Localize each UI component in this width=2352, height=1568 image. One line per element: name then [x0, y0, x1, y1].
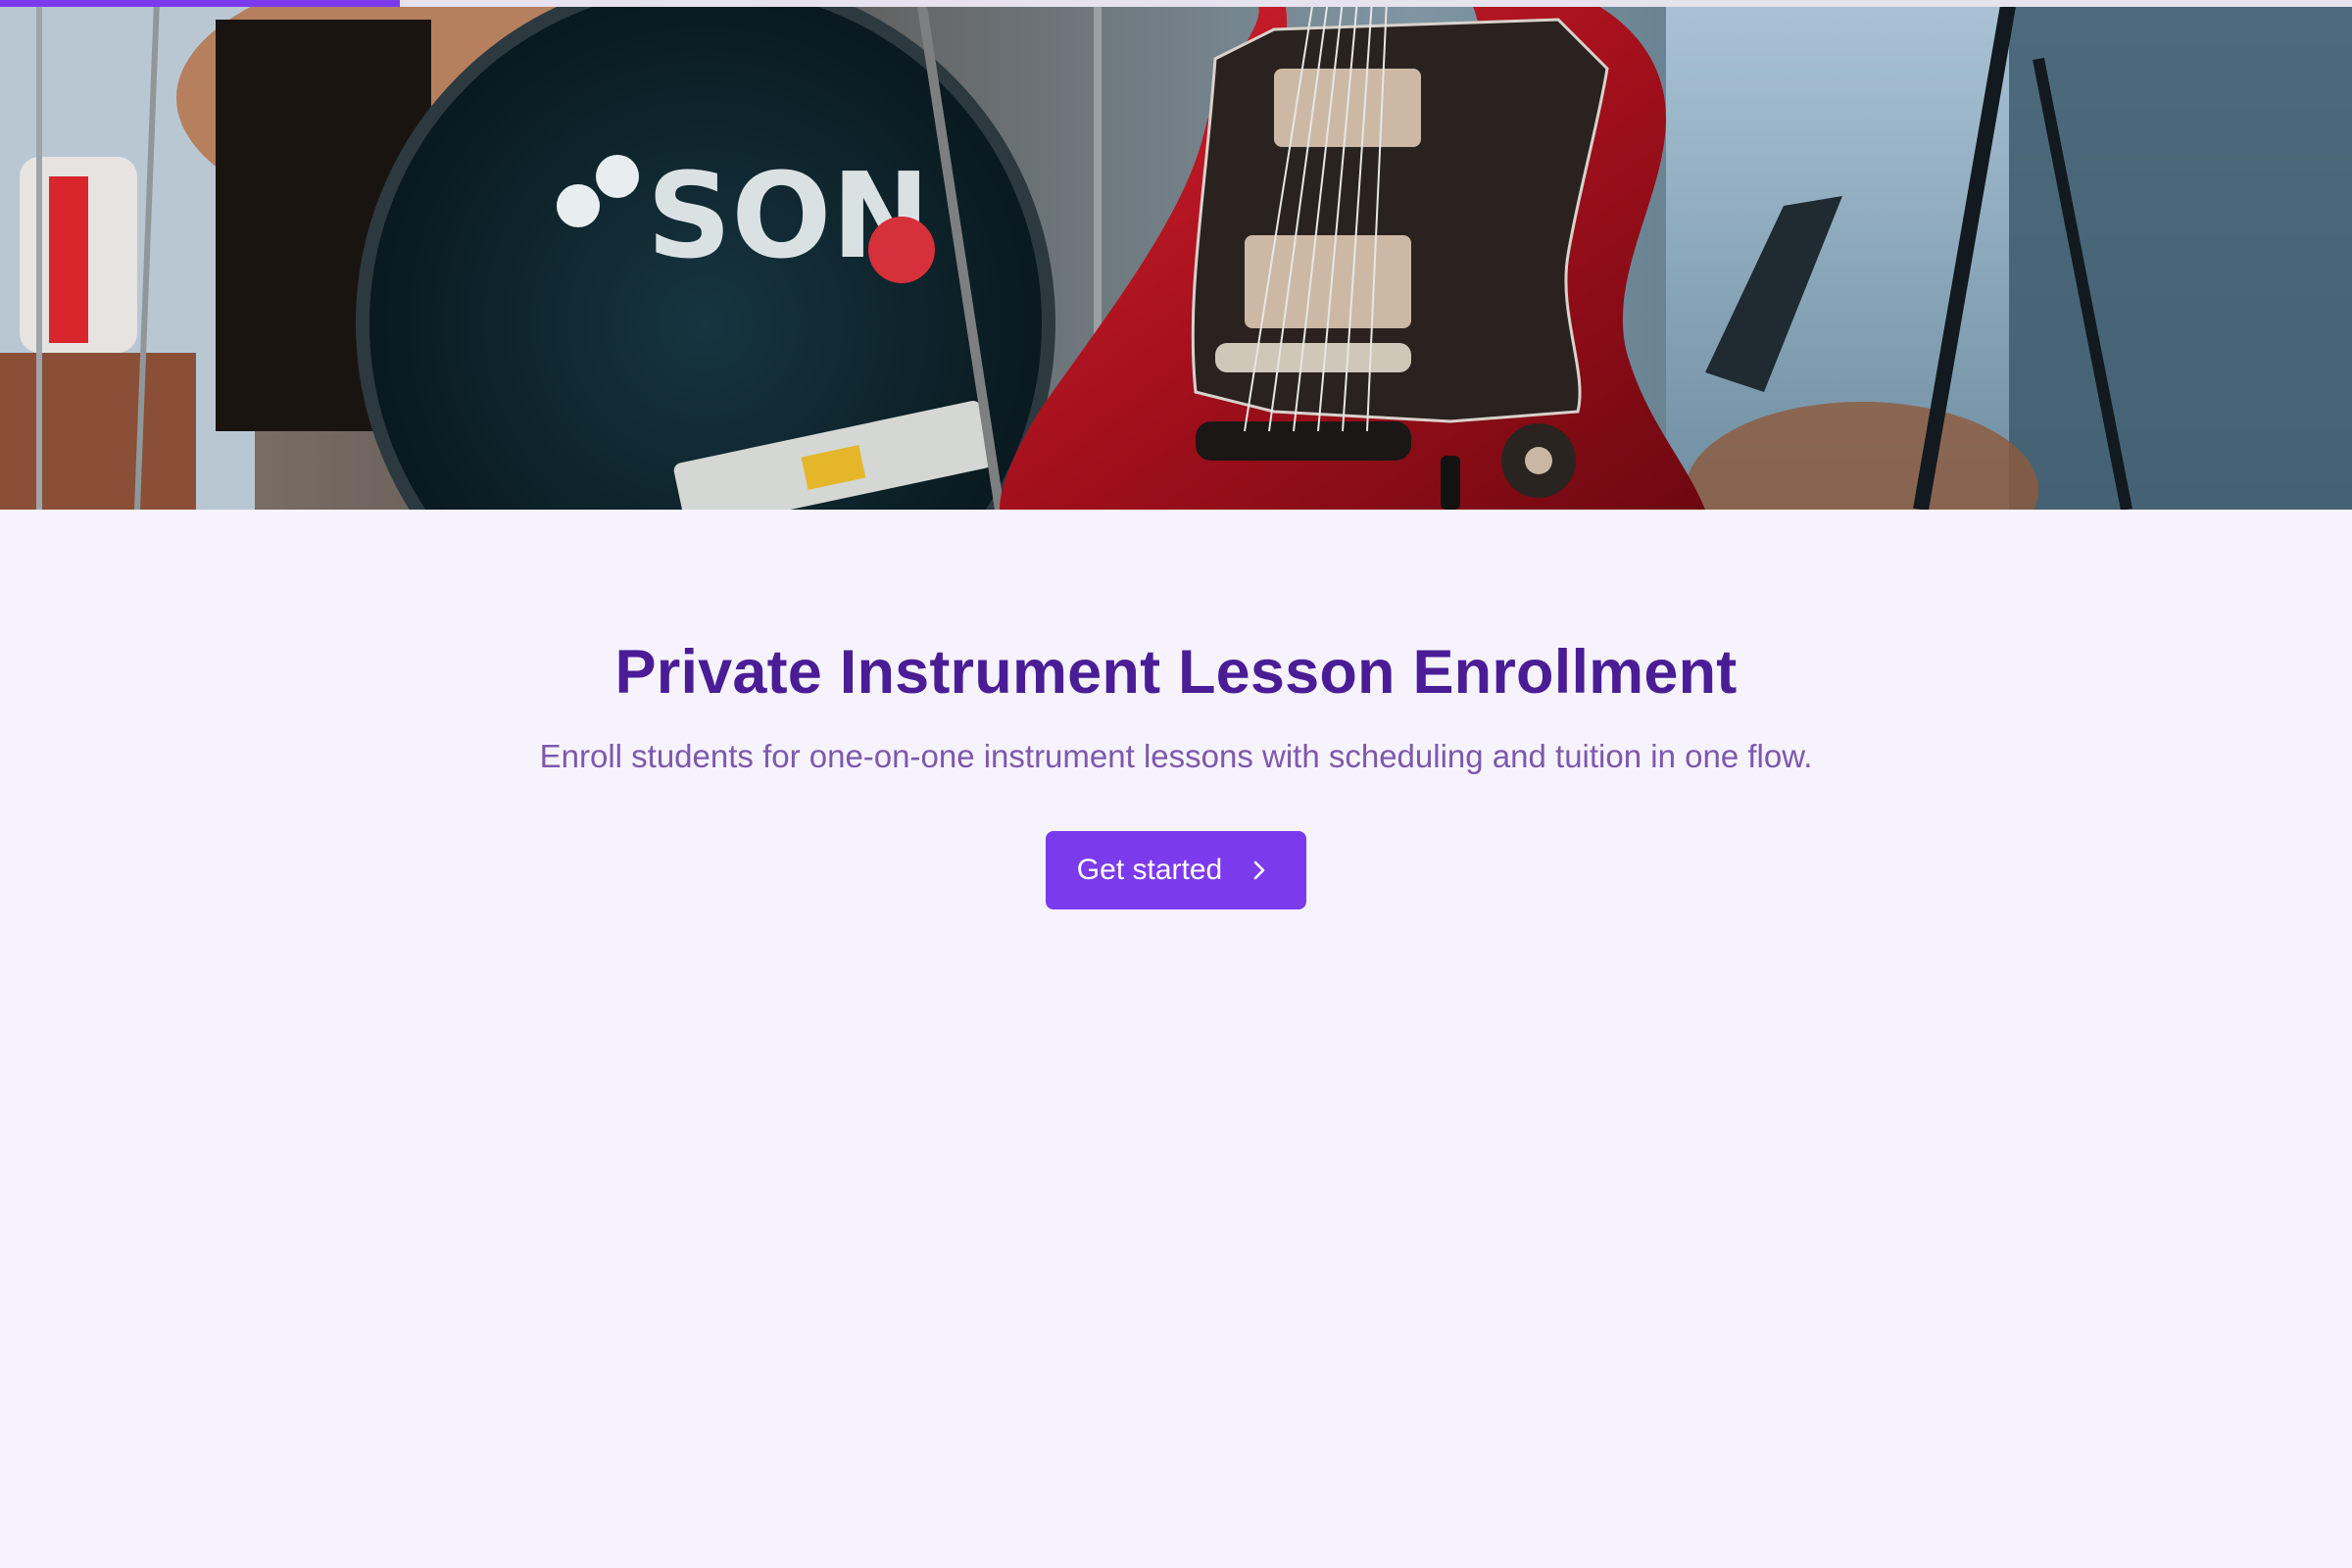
progress-bar — [0, 0, 2352, 7]
progress-bar-fill — [0, 0, 400, 7]
page-title: Private Instrument Lesson Enrollment — [614, 638, 1738, 707]
get-started-label: Get started — [1076, 854, 1223, 886]
main-content: Private Instrument Lesson Enrollment Enr… — [0, 510, 2352, 909]
page-subtitle: Enroll students for one-on-one instrumen… — [539, 738, 1813, 774]
hero-image: SON — [0, 0, 2352, 510]
get-started-button[interactable]: Get started — [1045, 831, 1307, 909]
chevron-right-icon — [1248, 858, 1271, 882]
